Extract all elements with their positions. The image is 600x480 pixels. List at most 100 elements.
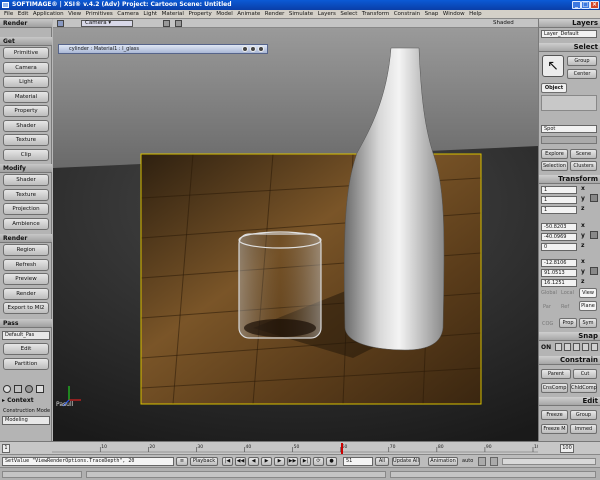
update-all-button[interactable]: Update All bbox=[392, 457, 420, 466]
rotate-x-axis-label[interactable]: x bbox=[581, 222, 585, 229]
selection-name-field[interactable]: Spot bbox=[541, 125, 597, 133]
cnscomp-button[interactable]: CnsComp bbox=[541, 383, 568, 393]
ref-button[interactable]: Ref bbox=[561, 304, 569, 310]
last-frame-icon[interactable]: ▶| bbox=[300, 457, 311, 466]
cog-button[interactable]: COG bbox=[542, 321, 553, 327]
rotate-y-axis-label[interactable]: y bbox=[581, 232, 585, 239]
camera-dropdown[interactable]: Camera ▾ bbox=[81, 20, 133, 27]
get-material-button[interactable]: Material bbox=[3, 90, 49, 103]
scale-tool-icon[interactable] bbox=[590, 194, 598, 202]
center-button[interactable]: Center bbox=[567, 69, 597, 79]
snap-option-icon[interactable] bbox=[582, 343, 589, 351]
get-clip-button[interactable]: Clip bbox=[3, 148, 49, 161]
menu-animate[interactable]: Animate bbox=[237, 11, 260, 17]
loop-icon[interactable]: ⟳ bbox=[313, 457, 324, 466]
clusters-button[interactable]: Clusters bbox=[570, 161, 597, 171]
menu-light[interactable]: Light bbox=[143, 11, 157, 17]
translate-z-field[interactable]: 16.1251 bbox=[541, 279, 577, 287]
minimize-button[interactable]: _ bbox=[572, 1, 581, 9]
record-icon[interactable]: ● bbox=[326, 457, 337, 466]
menu-constrain[interactable]: Constrain bbox=[394, 11, 420, 17]
group-edit-button[interactable]: Group bbox=[570, 410, 597, 420]
freeze-button[interactable]: Freeze bbox=[541, 410, 568, 420]
menu-edit[interactable]: Edit bbox=[18, 11, 29, 17]
render-refresh-button[interactable]: Refresh bbox=[3, 258, 49, 271]
menu-primitives[interactable]: Primitives bbox=[86, 11, 113, 17]
snap-option-icon[interactable] bbox=[564, 343, 571, 351]
pass-edit-button[interactable]: Edit bbox=[3, 343, 49, 355]
scene-explorer-icon[interactable] bbox=[3, 385, 11, 393]
tool-icon[interactable] bbox=[36, 385, 44, 393]
modify-projection-button[interactable]: Projection bbox=[3, 203, 49, 215]
scale-x-field[interactable]: 1 bbox=[541, 186, 577, 194]
selection-button[interactable]: Selection bbox=[541, 161, 568, 171]
menu-application[interactable]: Application bbox=[33, 11, 64, 17]
view-button[interactable]: View bbox=[579, 288, 597, 298]
menu-property[interactable]: Property bbox=[188, 11, 211, 17]
node-icon[interactable] bbox=[14, 385, 22, 393]
menu-layers[interactable]: Layers bbox=[318, 11, 336, 17]
pass-partition-button[interactable]: Partition bbox=[3, 357, 49, 370]
translate-tool-icon[interactable] bbox=[590, 267, 598, 275]
next-frame-icon[interactable]: ▶ bbox=[274, 457, 285, 466]
grid-icon[interactable] bbox=[175, 20, 182, 27]
scale-z-axis-label[interactable]: z bbox=[581, 205, 585, 212]
snap-option-icon[interactable] bbox=[591, 343, 598, 351]
maximize-button[interactable]: □ bbox=[581, 1, 590, 9]
toolbar-mode-render[interactable]: Render bbox=[0, 19, 52, 28]
auto-key-label[interactable]: auto bbox=[462, 458, 473, 464]
viewport[interactable]: Camera ▾ Shaded cylinder : Material1 : I… bbox=[53, 19, 538, 441]
render-scene[interactable] bbox=[53, 28, 538, 441]
translate-x-axis-label[interactable]: x bbox=[581, 258, 585, 265]
viewport-letter-icon[interactable] bbox=[57, 20, 64, 27]
rotate-tool-icon[interactable] bbox=[590, 231, 598, 239]
rotate-z-axis-label[interactable]: z bbox=[581, 242, 585, 249]
translate-y-field[interactable]: 91.0513 bbox=[541, 269, 577, 277]
modify-ambience-button[interactable]: Ambience bbox=[3, 217, 49, 230]
rotate-x-field[interactable]: -50.8203 bbox=[541, 223, 577, 231]
prev-frame-icon[interactable]: ◀ bbox=[248, 457, 259, 466]
timeline[interactable]: 1 102030405060708090100 100 bbox=[0, 441, 600, 454]
menu-help[interactable]: Help bbox=[469, 11, 482, 17]
get-light-button[interactable]: Light bbox=[3, 76, 49, 88]
render-region-button[interactable]: Region bbox=[3, 244, 49, 256]
next-key-icon[interactable]: ▶▶ bbox=[287, 457, 298, 466]
timeline-playhead[interactable] bbox=[341, 443, 343, 454]
snap-option-icon[interactable] bbox=[555, 343, 562, 351]
animation-button[interactable]: Animation bbox=[428, 457, 458, 466]
lock-icon[interactable] bbox=[490, 457, 498, 466]
pass-dropdown[interactable]: Default_Pas bbox=[2, 331, 50, 340]
render-export-to-mi2-button[interactable]: Export to MI2 bbox=[3, 302, 49, 314]
get-shader-button[interactable]: Shader bbox=[3, 119, 49, 132]
scale-x-axis-label[interactable]: x bbox=[581, 185, 585, 192]
local-button[interactable]: Local bbox=[561, 290, 574, 296]
first-frame-icon[interactable]: |◀ bbox=[222, 457, 233, 466]
get-property-button[interactable]: Property bbox=[3, 105, 49, 117]
freeze-m-button[interactable]: Freeze M bbox=[541, 424, 568, 434]
rotate-y-field[interactable]: -40.0969 bbox=[541, 233, 577, 241]
scale-y-field[interactable]: 1 bbox=[541, 196, 577, 204]
object-button[interactable]: Object bbox=[541, 83, 567, 93]
menu-snap[interactable]: Snap bbox=[425, 11, 439, 17]
play-icon[interactable]: ▶ bbox=[261, 457, 272, 466]
select-filter-area[interactable] bbox=[541, 95, 597, 111]
menu-transform[interactable]: Transform bbox=[362, 11, 389, 17]
command-line-input[interactable]: SetValue "ViewRenderOptions.TraceDepth",… bbox=[2, 457, 174, 466]
menu-file[interactable]: File bbox=[4, 11, 13, 17]
menu-select[interactable]: Select bbox=[340, 11, 357, 17]
get-primitive-button[interactable]: Primitive bbox=[3, 47, 49, 59]
get-texture-button[interactable]: Texture bbox=[3, 134, 49, 146]
cut-button[interactable]: Cut bbox=[573, 369, 597, 379]
group-button[interactable]: Group bbox=[567, 56, 597, 66]
construction-mode-dropdown[interactable]: Modeling bbox=[2, 416, 50, 425]
prop-button[interactable]: Prop bbox=[559, 318, 577, 328]
scale-z-field[interactable]: 1 bbox=[541, 206, 577, 214]
render-preview-button[interactable]: Preview bbox=[3, 273, 49, 285]
timeline-end-field[interactable]: 100 bbox=[560, 444, 574, 453]
key-icon[interactable] bbox=[478, 457, 486, 466]
display-mode-dropdown[interactable]: Shaded bbox=[493, 20, 514, 26]
snap-on-toggle[interactable]: ON bbox=[541, 344, 551, 351]
all-button[interactable]: All bbox=[375, 457, 389, 466]
current-frame-field[interactable]: 51 bbox=[343, 457, 373, 466]
snap-option-icon[interactable] bbox=[573, 343, 580, 351]
